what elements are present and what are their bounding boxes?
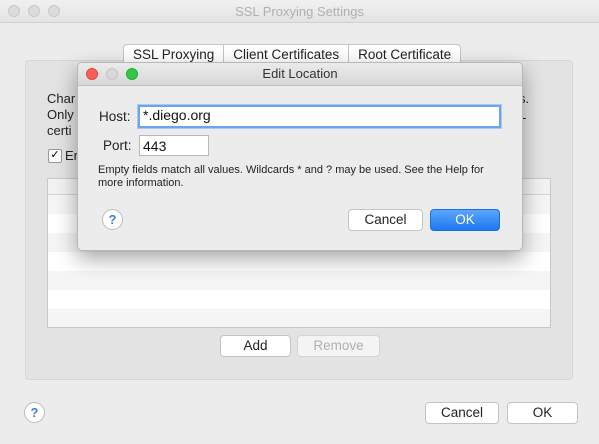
remove-button[interactable]: Remove	[297, 335, 380, 357]
table-row[interactable]	[48, 271, 550, 290]
port-label: Port:	[103, 138, 132, 153]
table-row[interactable]	[48, 290, 550, 309]
table-row[interactable]	[48, 252, 550, 271]
help-note: Empty fields match all values. Wildcards…	[98, 164, 484, 189]
window-title: SSL Proxying Settings	[235, 4, 364, 19]
description-line: Char	[47, 91, 76, 106]
edit-location-dialog: Edit Location Host: *.diego.org Port: 44…	[77, 62, 523, 251]
description-line: certi	[47, 123, 72, 138]
cancel-button[interactable]: Cancel	[425, 402, 499, 424]
checkmark-icon: ✓	[50, 149, 60, 161]
dialog-cancel-button[interactable]: Cancel	[348, 209, 423, 231]
window-titlebar: SSL Proxying Settings	[0, 0, 599, 23]
ok-button[interactable]: OK	[507, 402, 578, 424]
description-line: Only	[47, 107, 74, 122]
dialog-title: Edit Location	[262, 66, 338, 81]
port-input[interactable]: 443	[139, 135, 209, 156]
dialog-titlebar: Edit Location	[78, 63, 522, 86]
description-left: Char Only certi	[47, 91, 75, 139]
add-button[interactable]: Add	[220, 335, 291, 357]
dialog-help-icon[interactable]: ?	[102, 209, 123, 230]
table-row[interactable]	[48, 309, 550, 327]
host-label: Host:	[99, 109, 131, 124]
enable-ssl-proxying-checkbox[interactable]: ✓	[48, 149, 62, 163]
host-input[interactable]: *.diego.org	[138, 105, 501, 128]
dialog-ok-button[interactable]: OK	[430, 209, 500, 231]
help-icon[interactable]: ?	[24, 402, 45, 423]
